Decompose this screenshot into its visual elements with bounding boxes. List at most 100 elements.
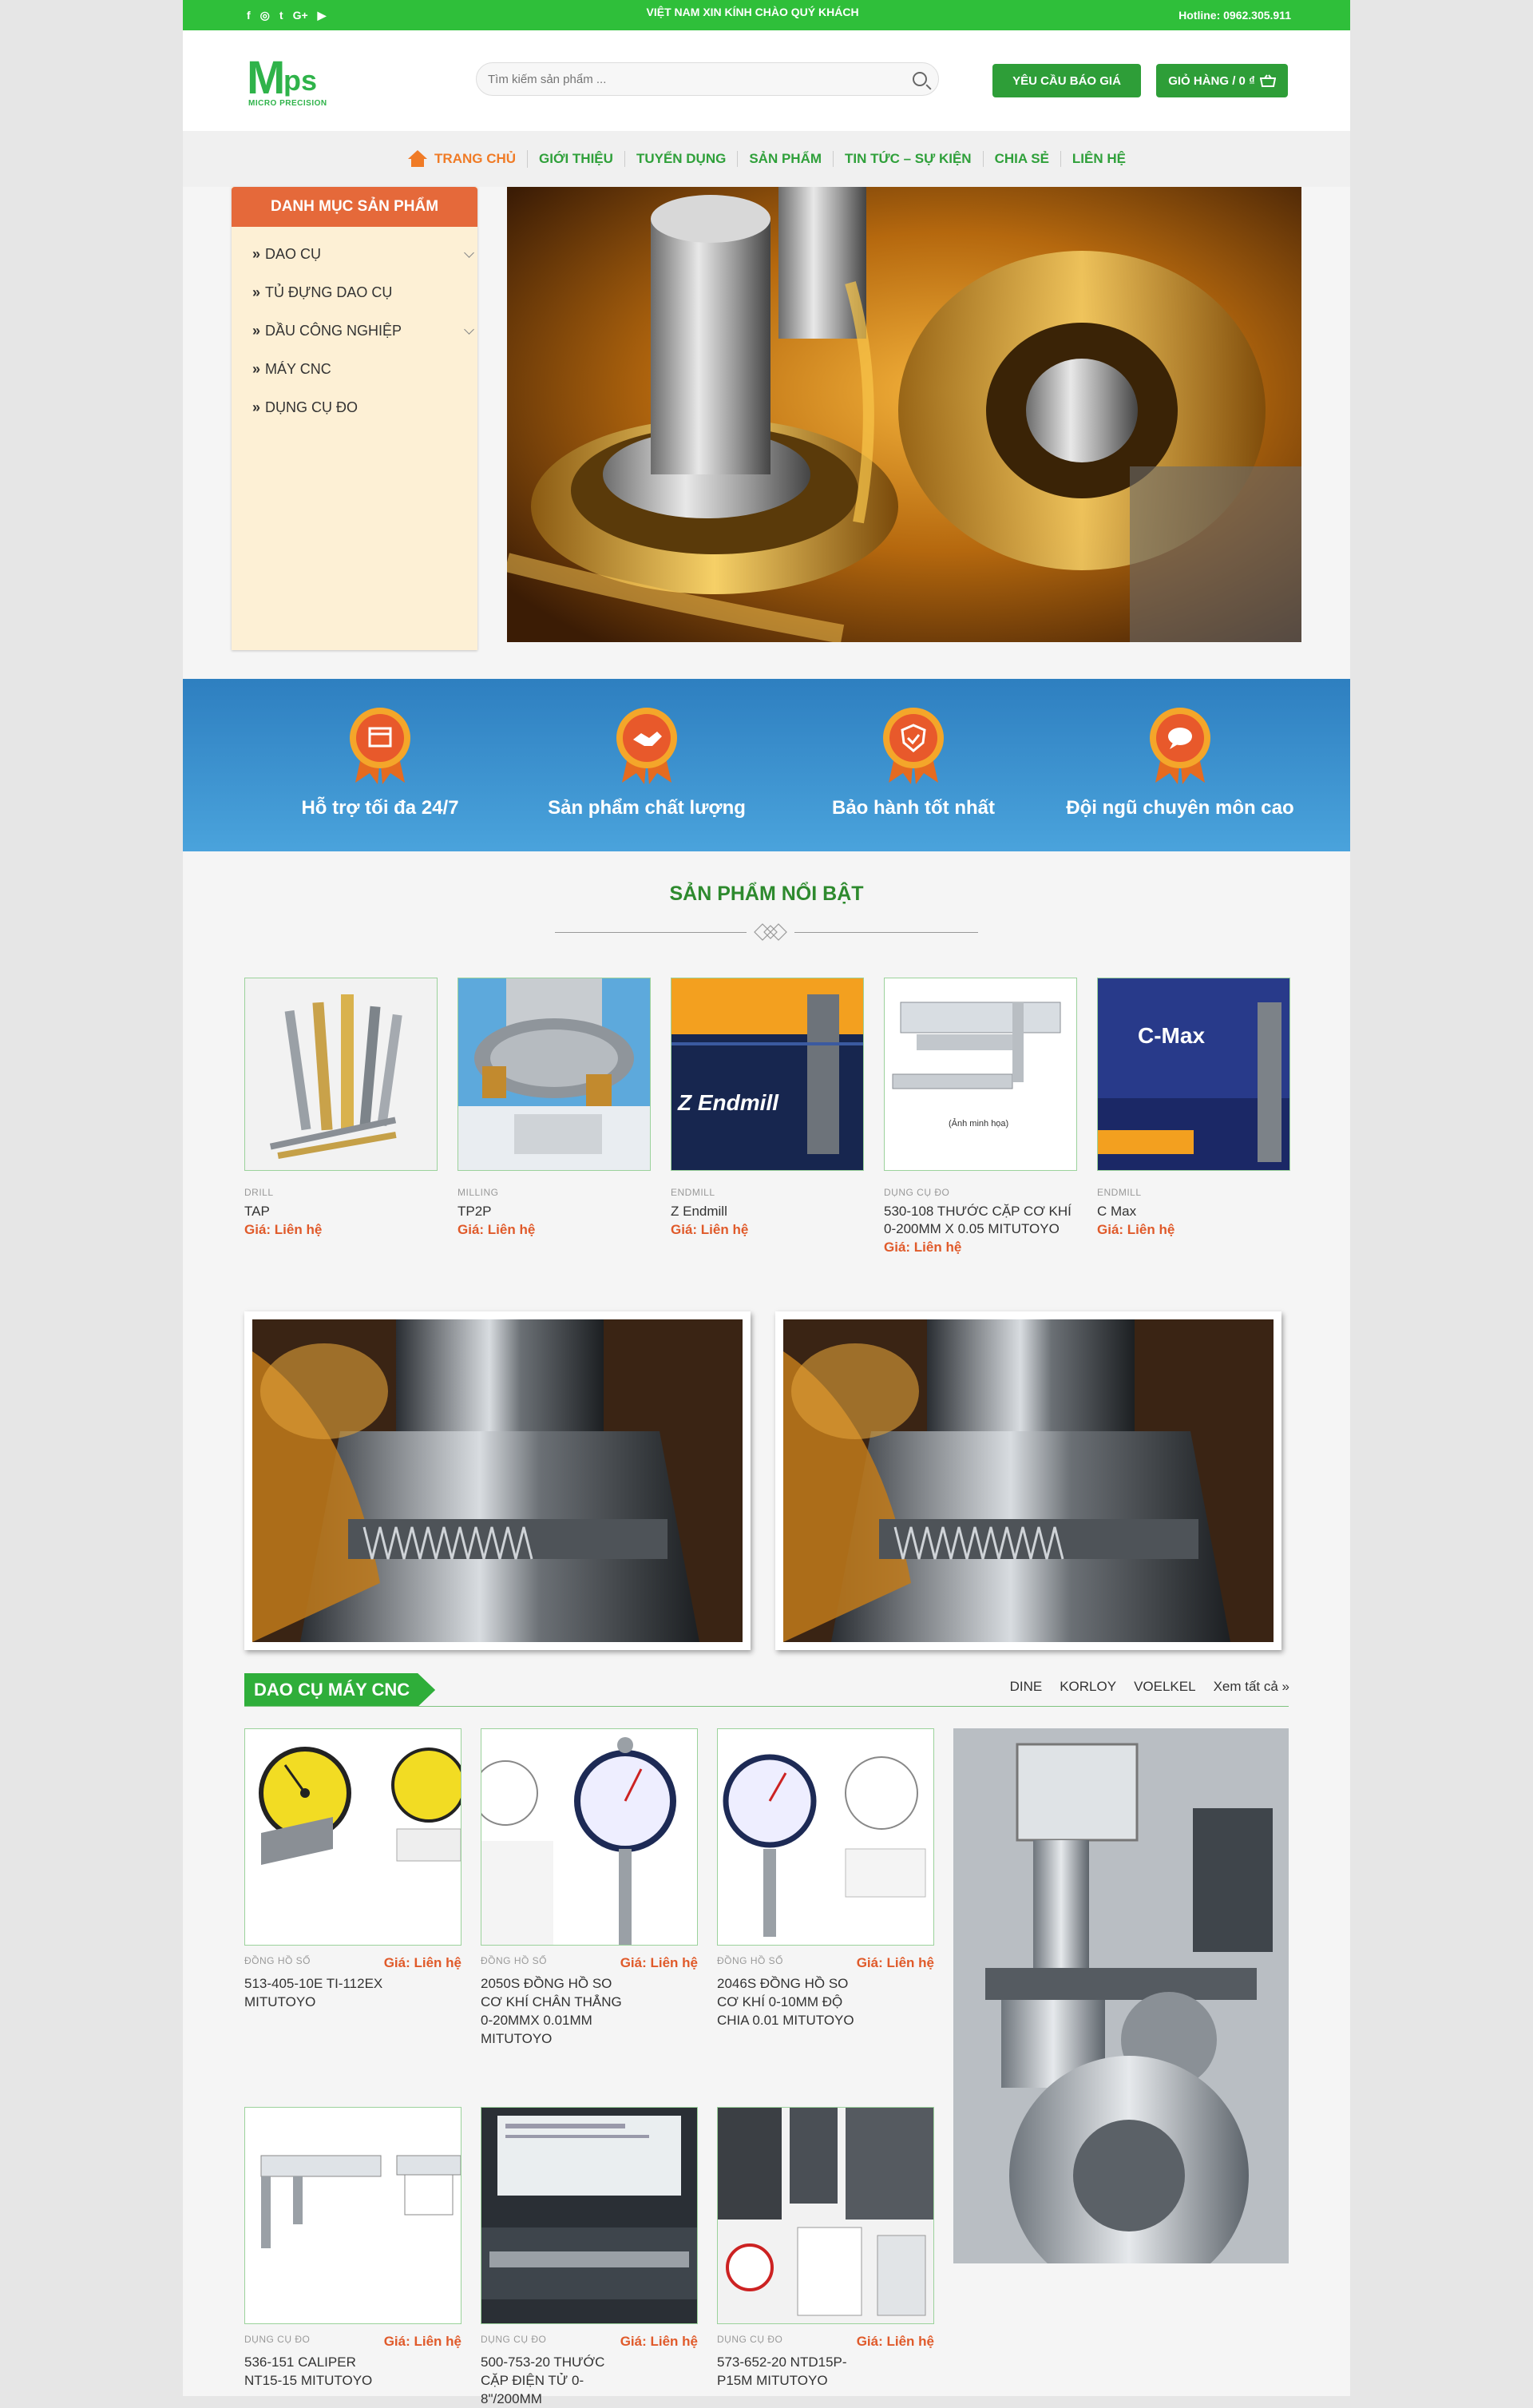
page: f ◎ t G+ ▶ VIỆT NAM XIN KÍNH CHÀO QUÝ KH… xyxy=(183,0,1350,2406)
sidebar-item-dung-cu-do[interactable]: » DỤNG CỤ ĐO xyxy=(232,388,477,426)
nav-recruitment[interactable]: TUYỂN DỤNG xyxy=(625,151,739,167)
tab-voelkel[interactable]: VOELKEL xyxy=(1134,1679,1196,1695)
chevron-down-icon[interactable] xyxy=(464,324,474,335)
product-image-caliper-536[interactable] xyxy=(244,2107,461,2324)
chat-badge-icon xyxy=(1146,706,1214,784)
feature-support: Hỗ trợ tối đa 24/7 xyxy=(247,679,513,851)
product-name[interactable]: 500-753-20 THƯỚC CẶP ĐIỆN TỬ 0-8"/200MM xyxy=(481,2353,632,2408)
sidebar-item-may-cnc[interactable]: » MÁY CNC xyxy=(232,350,477,388)
chevron-down-icon[interactable] xyxy=(464,248,474,258)
product-card[interactable]: C-Max ENDMILL C Max Giá: Liên hệ xyxy=(1097,978,1290,1256)
product-name[interactable]: 2050S ĐỒNG HỒ SO CƠ KHÍ CHÂN THẲNG 0-20M… xyxy=(481,1974,632,2048)
product-name[interactable]: 2046S ĐỒNG HỒ SO CƠ KHÍ 0-10MM ĐỘ CHIA 0… xyxy=(717,1974,869,2029)
facebook-icon[interactable]: f xyxy=(247,9,251,22)
product-category: ĐỒNG HỒ SỐ xyxy=(717,1955,784,1966)
nav-home[interactable]: TRANG CHỦ xyxy=(396,150,529,168)
product-card[interactable]: (Ảnh minh họa) DỤNG CỤ ĐO 530-108 THƯỚC … xyxy=(884,978,1077,1256)
product-image-taps[interactable] xyxy=(244,978,438,1171)
nav-contact[interactable]: LIÊN HỆ xyxy=(1061,151,1137,167)
hero-banner[interactable] xyxy=(507,187,1301,642)
google-plus-icon[interactable]: G+ xyxy=(293,9,308,22)
product-image-c-max[interactable]: C-Max xyxy=(1097,978,1290,1171)
product-image-digital-caliper[interactable] xyxy=(481,2107,698,2324)
feature-label: Hỗ trợ tối đa 24/7 xyxy=(301,797,459,819)
hero-gear-image xyxy=(507,187,1301,642)
caliper-image-caption: (Ảnh minh họa) xyxy=(949,1119,1009,1129)
product-card[interactable]: ĐỒNG HỒ SỐ Giá: Liên hệ 2046S ĐỒNG HỒ SO … xyxy=(717,1728,934,2029)
logo[interactable]: M ips MICRO PRECISION xyxy=(247,53,335,109)
product-image-milling[interactable] xyxy=(458,978,651,1171)
cart-label: GIỎ HÀNG / 0 ₫ xyxy=(1168,73,1255,88)
instagram-icon[interactable]: ◎ xyxy=(260,9,270,22)
tab-korloy[interactable]: KORLOY xyxy=(1060,1679,1116,1695)
nav-products[interactable]: SẢN PHẨM xyxy=(738,151,834,167)
search-icon[interactable] xyxy=(913,72,927,86)
nav-share[interactable]: CHIA SẺ xyxy=(984,151,1061,167)
sidebar-item-tu-dung-dao-cu[interactable]: » TỦ ĐỰNG DAO CỤ xyxy=(232,273,477,311)
featured-products: DRILL TAP Giá: Liên hệ MILLING TP2P Giá:… xyxy=(244,978,1290,1256)
product-price: Giá: Liên hệ xyxy=(383,2334,461,2349)
header: M ips MICRO PRECISION YÊU CẦU BÁO GIÁ GI… xyxy=(183,30,1350,131)
product-card[interactable]: DRILL TAP Giá: Liên hệ xyxy=(244,978,438,1256)
product-name[interactable]: TP2P xyxy=(458,1203,651,1220)
nav-news[interactable]: TIN TỨC – SỰ KIỆN xyxy=(834,151,984,167)
logo-ips: ips xyxy=(275,64,318,97)
product-price: Giá: Liên hệ xyxy=(383,1955,461,1970)
cart-button[interactable]: GIỎ HÀNG / 0 ₫ xyxy=(1156,64,1288,97)
twitter-icon[interactable]: t xyxy=(279,9,283,22)
product-name[interactable]: 573-652-20 NTD15P-P15M MITUTOYO xyxy=(717,2353,869,2390)
promo-banner-left[interactable] xyxy=(244,1311,751,1650)
shield-badge-icon xyxy=(879,706,948,784)
product-price: Giá: Liên hệ xyxy=(620,1955,698,1970)
oil-gear-image xyxy=(783,1319,1274,1642)
product-image-dial-indicator[interactable] xyxy=(244,1728,461,1946)
product-image-dial-gauge[interactable] xyxy=(481,1728,698,1946)
product-image-measuring-set[interactable] xyxy=(717,2107,934,2324)
product-price: Giá: Liên hệ xyxy=(671,1222,749,1237)
product-category: ĐỒNG HỒ SỐ xyxy=(244,1955,311,1966)
feature-warranty: Bảo hành tốt nhất xyxy=(780,679,1047,851)
product-name[interactable]: 530-108 THƯỚC CẶP CƠ KHÍ 0-200MM X 0.05 … xyxy=(884,1203,1077,1238)
product-card[interactable]: Z Endmill ENDMILL Z Endmill Giá: Liên hệ xyxy=(671,978,864,1256)
product-name[interactable]: TAP xyxy=(244,1203,438,1220)
product-name[interactable]: 513-405-10E TI-112EX MITUTOYO xyxy=(244,1974,396,2011)
product-image-z-endmill[interactable]: Z Endmill xyxy=(671,978,864,1171)
diamond-ornament-icon xyxy=(747,923,794,941)
tab-dine[interactable]: DINE xyxy=(1010,1679,1043,1695)
cnc-machine-image[interactable] xyxy=(953,1728,1289,2263)
hotline[interactable]: Hotline: 0962.305.911 xyxy=(1178,9,1291,22)
sidebar-item-label: MÁY CNC xyxy=(265,360,331,377)
product-category: DỤNG CỤ ĐO xyxy=(884,1187,950,1198)
product-card[interactable]: DỤNG CỤ ĐO Giá: Liên hệ 536-151 CALIPER N… xyxy=(244,2107,461,2390)
product-card[interactable]: DỤNG CỤ ĐO Giá: Liên hệ 500-753-20 THƯỚC … xyxy=(481,2107,698,2408)
feature-quality: Sản phẩm chất lượng xyxy=(513,679,780,851)
promo-banner-right[interactable] xyxy=(775,1311,1281,1650)
view-all-link[interactable]: Xem tất cả » xyxy=(1214,1679,1289,1695)
product-image-dial-gauge-2046[interactable] xyxy=(717,1728,934,1946)
product-name[interactable]: Z Endmill xyxy=(671,1203,864,1220)
product-price: Giá: Liên hệ xyxy=(1097,1222,1175,1237)
sidebar-item-label: TỦ ĐỰNG DAO CỤ xyxy=(265,284,393,300)
product-card[interactable]: DỤNG CỤ ĐO Giá: Liên hệ 573-652-20 NTD15P… xyxy=(717,2107,934,2390)
handshake-badge-icon xyxy=(612,706,681,784)
category-list: » DAO CỤ » TỦ ĐỰNG DAO CỤ » DẦU CÔNG NGHIỆP… xyxy=(232,227,477,426)
feature-label: Bảo hành tốt nhất xyxy=(832,797,995,819)
request-quote-button[interactable]: YÊU CẦU BÁO GIÁ xyxy=(992,64,1141,97)
product-category: ĐỒNG HỒ SỐ xyxy=(481,1955,548,1966)
product-name[interactable]: C Max xyxy=(1097,1203,1290,1220)
product-card[interactable]: MILLING TP2P Giá: Liên hệ xyxy=(458,978,651,1256)
product-card[interactable]: ĐỒNG HỒ SỐ Giá: Liên hệ 513-405-10E TI-11… xyxy=(244,1728,461,2011)
feature-label: Đội ngũ chuyên môn cao xyxy=(1066,797,1294,819)
search-input[interactable] xyxy=(488,72,913,86)
product-card[interactable]: ĐỒNG HỒ SỐ Giá: Liên hệ 2050S ĐỒNG HỒ SO … xyxy=(481,1728,698,2048)
product-image-caliper[interactable]: (Ảnh minh họa) xyxy=(884,978,1077,1171)
nav-about[interactable]: GIỚI THIỆU xyxy=(528,151,625,167)
c-max-image-text: C-Max xyxy=(1138,1023,1206,1048)
product-category: DỤNG CỤ ĐO xyxy=(717,2334,783,2345)
product-price: Giá: Liên hệ xyxy=(884,1240,962,1255)
sidebar-item-dao-cu[interactable]: » DAO CỤ xyxy=(232,235,477,273)
youtube-icon[interactable]: ▶ xyxy=(318,9,327,22)
product-name[interactable]: 536-151 CALIPER NT15-15 MITUTOYO xyxy=(244,2353,396,2390)
cnc-section-title: DAO CỤ MÁY CNC xyxy=(244,1673,435,1707)
sidebar-item-dau-cong-nghiep[interactable]: » DẦU CÔNG NGHIỆP xyxy=(232,311,477,350)
